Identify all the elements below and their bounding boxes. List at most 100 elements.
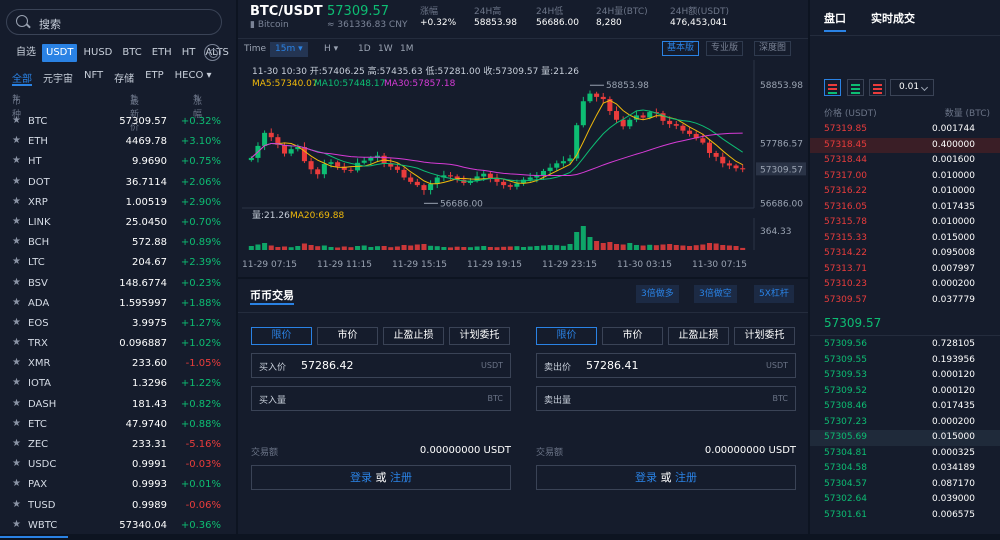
coin-row[interactable]: ★ BSV 148.6774 +0.23% xyxy=(0,274,236,294)
star-icon[interactable]: ★ xyxy=(12,196,21,207)
view-depth-button[interactable]: 深度图 xyxy=(754,41,792,56)
coin-row[interactable]: ★ ETH 4469.78 +3.10% xyxy=(0,132,236,152)
buy-login-button[interactable]: 登录 或 注册 xyxy=(251,465,511,490)
coin-row[interactable]: ★ LTC 204.67 +2.39% xyxy=(0,253,236,273)
price-column-header[interactable]: 最新价 ⇅ xyxy=(130,94,139,133)
coin-row[interactable]: ★ TRX 0.096887 +1.02% xyxy=(0,334,236,354)
buy-price-field[interactable]: 买入价 57286.42 USDT xyxy=(251,353,511,378)
ask-row[interactable]: 57309.57 0.037779 xyxy=(810,293,1000,309)
buy-stop-tab[interactable]: 止盈止损 xyxy=(383,327,444,345)
ask-row[interactable]: 57315.78 0.010000 xyxy=(810,215,1000,231)
star-icon[interactable]: ★ xyxy=(12,478,21,489)
register-link[interactable]: 注册 xyxy=(390,471,412,484)
sell-market-tab[interactable]: 市价 xyxy=(602,327,663,345)
star-icon[interactable]: ★ xyxy=(12,297,21,308)
coin-row[interactable]: ★ DOT 36.7114 +2.06% xyxy=(0,173,236,193)
ask-row[interactable]: 57316.05 0.017435 xyxy=(810,200,1000,216)
coin-column-header[interactable]: 币种 ⇅ xyxy=(12,94,21,120)
star-icon[interactable]: ★ xyxy=(12,317,21,328)
market-tab-husd[interactable]: HUSD xyxy=(79,44,116,62)
ask-row[interactable]: 57318.44 0.001600 xyxy=(810,153,1000,169)
tab-trades[interactable]: 实时成交 xyxy=(871,10,915,26)
search-input[interactable]: 搜索 xyxy=(39,16,61,32)
star-icon[interactable]: ★ xyxy=(12,337,21,348)
coin-row[interactable]: ★ ETC 47.9740 +0.88% xyxy=(0,415,236,435)
bid-row[interactable]: 57309.55 0.193956 xyxy=(810,353,1000,369)
category-tab-3[interactable]: 存储 xyxy=(114,70,134,86)
sell-price-value[interactable]: 57286.41 xyxy=(586,359,639,372)
market-tab-自选[interactable]: 自选 xyxy=(12,44,40,62)
category-tab-0[interactable]: 全部 xyxy=(12,70,32,86)
bid-row[interactable]: 57304.57 0.087170 xyxy=(810,477,1000,493)
coin-row[interactable]: ★ IOTA 1.3296 +1.22% xyxy=(0,374,236,394)
coin-row[interactable]: ★ TUSD 0.9989 -0.06% xyxy=(0,496,236,516)
category-tab-4[interactable]: ETP xyxy=(145,70,163,86)
leverage-long-button[interactable]: 3倍做多 xyxy=(636,285,679,303)
star-icon[interactable]: ★ xyxy=(12,256,21,267)
category-tab-2[interactable]: NFT xyxy=(84,70,103,86)
book-asks-icon[interactable] xyxy=(869,79,886,96)
time-label[interactable]: Time xyxy=(244,42,266,57)
market-tab-ht[interactable]: HT xyxy=(178,44,200,62)
market-tab-btc[interactable]: BTC xyxy=(118,44,145,62)
market-tab-usdt[interactable]: USDT xyxy=(42,44,78,62)
coin-row[interactable]: ★ LINK 25.0450 +0.70% xyxy=(0,213,236,233)
bid-row[interactable]: 57302.64 0.039000 xyxy=(810,492,1000,508)
bid-row[interactable]: 57309.56 0.728105 xyxy=(810,337,1000,353)
ask-row[interactable]: 57317.00 0.010000 xyxy=(810,169,1000,185)
coin-row[interactable]: ★ ADA 1.595997 +1.88% xyxy=(0,294,236,314)
buy-plan-tab[interactable]: 计划委托 xyxy=(449,327,510,345)
bid-row[interactable]: 57304.58 0.034189 xyxy=(810,461,1000,477)
sell-stop-tab[interactable]: 止盈止损 xyxy=(668,327,729,345)
ask-row[interactable]: 57310.23 0.000200 xyxy=(810,277,1000,293)
view-basic-button[interactable]: 基本版 xyxy=(662,41,700,56)
trade-tab-spot[interactable]: 币币交易 xyxy=(250,287,294,305)
coin-row[interactable]: ★ EOS 3.9975 +1.27% xyxy=(0,314,236,334)
settings-circle-icon[interactable] xyxy=(204,44,221,61)
coin-row[interactable]: ★ WBTC 57340.04 +0.36% xyxy=(0,516,236,536)
star-icon[interactable]: ★ xyxy=(12,458,21,469)
ask-row[interactable]: 57315.33 0.015000 xyxy=(810,231,1000,247)
book-bids-icon[interactable] xyxy=(847,79,864,96)
star-icon[interactable]: ★ xyxy=(12,398,21,409)
tab-orderbook[interactable]: 盘口 xyxy=(824,10,846,32)
candlestick-chart[interactable]: 11-30 10:30 开:57406.25 高:57435.63 低:5728… xyxy=(238,60,808,274)
sell-amount-field[interactable]: 卖出量 BTC xyxy=(536,386,796,411)
star-icon[interactable]: ★ xyxy=(12,135,21,146)
coin-row[interactable]: ★ XRP 1.00519 +2.90% xyxy=(0,193,236,213)
sell-price-field[interactable]: 卖出价 57286.41 USDT xyxy=(536,353,796,378)
login-link[interactable]: 登录 xyxy=(350,471,372,484)
bid-row[interactable]: 57308.46 0.017435 xyxy=(810,399,1000,415)
star-icon[interactable]: ★ xyxy=(12,176,21,187)
bid-row[interactable]: 57304.81 0.000325 xyxy=(810,446,1000,462)
precision-select[interactable]: 0.01 xyxy=(890,79,934,96)
bid-row[interactable]: 57301.61 0.006575 xyxy=(810,508,1000,524)
interval-1d[interactable]: 1D xyxy=(358,42,371,57)
category-tab-1[interactable]: 元宇宙 xyxy=(43,70,73,86)
market-tab-eth[interactable]: ETH xyxy=(148,44,176,62)
buy-market-tab[interactable]: 市价 xyxy=(317,327,378,345)
bid-row[interactable]: 57309.53 0.000120 xyxy=(810,368,1000,384)
coin-row[interactable]: ★ HT 9.9690 +0.75% xyxy=(0,152,236,172)
book-both-icon[interactable] xyxy=(824,79,841,96)
star-icon[interactable]: ★ xyxy=(12,377,21,388)
star-icon[interactable]: ★ xyxy=(12,499,21,510)
star-icon[interactable]: ★ xyxy=(12,357,21,368)
coin-row[interactable]: ★ BTC 57309.57 +0.32% xyxy=(0,112,236,132)
buy-limit-tab[interactable]: 限价 xyxy=(251,327,312,345)
star-icon[interactable]: ★ xyxy=(12,418,21,429)
register-link[interactable]: 注册 xyxy=(675,471,697,484)
sell-plan-tab[interactable]: 计划委托 xyxy=(734,327,795,345)
bid-row[interactable]: 57309.52 0.000120 xyxy=(810,384,1000,400)
buy-price-value[interactable]: 57286.42 xyxy=(301,359,354,372)
category-tab-5[interactable]: HECO ▾ xyxy=(175,70,212,86)
leverage-short-button[interactable]: 3倍做空 xyxy=(694,285,737,303)
view-pro-button[interactable]: 专业版 xyxy=(706,41,744,56)
bid-row[interactable]: 57307.23 0.000200 xyxy=(810,415,1000,431)
chevron-down-icon[interactable]: ▾ xyxy=(203,70,212,81)
ask-row[interactable]: 57314.22 0.095008 xyxy=(810,246,1000,262)
buy-amount-field[interactable]: 买入量 BTC xyxy=(251,386,511,411)
search-box[interactable]: 搜索 xyxy=(6,9,222,35)
star-icon[interactable]: ★ xyxy=(12,216,21,227)
interval-1m[interactable]: 1M xyxy=(400,42,414,57)
